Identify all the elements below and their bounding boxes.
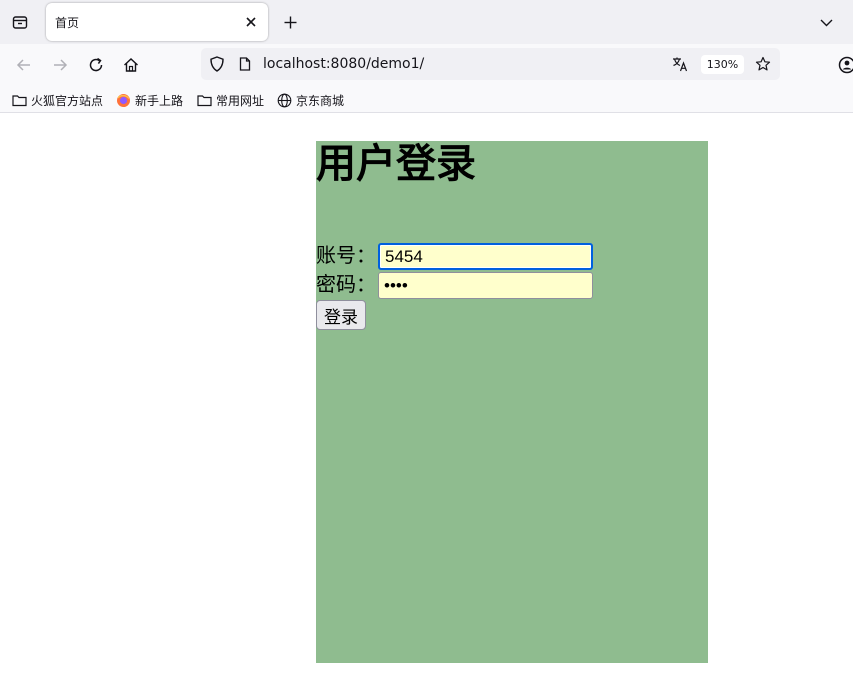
- firefox-view-button[interactable]: [8, 10, 32, 34]
- back-button[interactable]: [12, 53, 36, 77]
- forward-button[interactable]: [48, 53, 72, 77]
- plus-icon: [284, 16, 296, 28]
- login-box: 用户登录 账号： 密码： 登录: [316, 141, 708, 663]
- bookmarks-toolbar: 火狐官方站点 新手上路 常用网址 京东商城: [0, 86, 853, 113]
- close-icon: [246, 17, 256, 27]
- page-icon[interactable]: [238, 57, 252, 71]
- bookmark-label: 火狐官方站点: [31, 93, 104, 108]
- bookmark-label: 新手上路: [135, 93, 184, 108]
- chevron-down-icon: [820, 19, 832, 26]
- list-all-tabs-button[interactable]: [815, 11, 837, 33]
- bookmark-item[interactable]: 京东商城: [277, 90, 344, 110]
- folder-icon: [197, 94, 212, 106]
- firefox-view-icon: [12, 16, 28, 29]
- login-button[interactable]: 登录: [316, 300, 366, 330]
- tab-close-button[interactable]: [242, 13, 260, 31]
- tab-strip: 首页: [0, 0, 853, 44]
- account-label: 账号：: [316, 243, 376, 267]
- bookmark-star-icon[interactable]: [755, 56, 771, 72]
- globe-icon: [277, 93, 292, 107]
- bookmark-label: 常用网址: [216, 93, 265, 108]
- password-label: 密码：: [316, 272, 376, 296]
- folder-icon: [12, 94, 27, 106]
- tab-title: 首页: [55, 16, 80, 30]
- page-content: 用户登录 账号： 密码： 登录: [0, 114, 853, 680]
- bookmark-item[interactable]: 常用网址: [197, 90, 264, 110]
- new-tab-button[interactable]: [279, 11, 301, 33]
- password-input[interactable]: [378, 272, 593, 299]
- navigation-toolbar: localhost:8080/demo1/ 130%: [0, 44, 853, 86]
- account-icon[interactable]: [838, 56, 853, 74]
- reload-icon: [89, 57, 103, 72]
- active-tab[interactable]: 首页: [46, 3, 268, 41]
- firefox-icon: [117, 93, 130, 107]
- translate-icon[interactable]: [672, 56, 688, 72]
- shield-icon[interactable]: [209, 56, 225, 72]
- page-title: 用户登录: [316, 140, 476, 187]
- url-text[interactable]: localhost:8080/demo1/: [263, 56, 424, 72]
- bookmark-item[interactable]: 新手上路: [116, 90, 183, 110]
- zoom-reset-button[interactable]: 130%: [701, 55, 744, 74]
- account-input[interactable]: [378, 243, 593, 270]
- home-icon: [124, 58, 138, 72]
- arrow-left-icon: [16, 59, 30, 71]
- home-button[interactable]: [119, 53, 143, 77]
- bookmark-label: 京东商城: [296, 93, 345, 108]
- arrow-right-icon: [54, 59, 68, 71]
- address-bar[interactable]: localhost:8080/demo1/ 130%: [201, 48, 780, 80]
- bookmark-item[interactable]: 火狐官方站点: [12, 90, 103, 110]
- reload-button[interactable]: [84, 53, 108, 77]
